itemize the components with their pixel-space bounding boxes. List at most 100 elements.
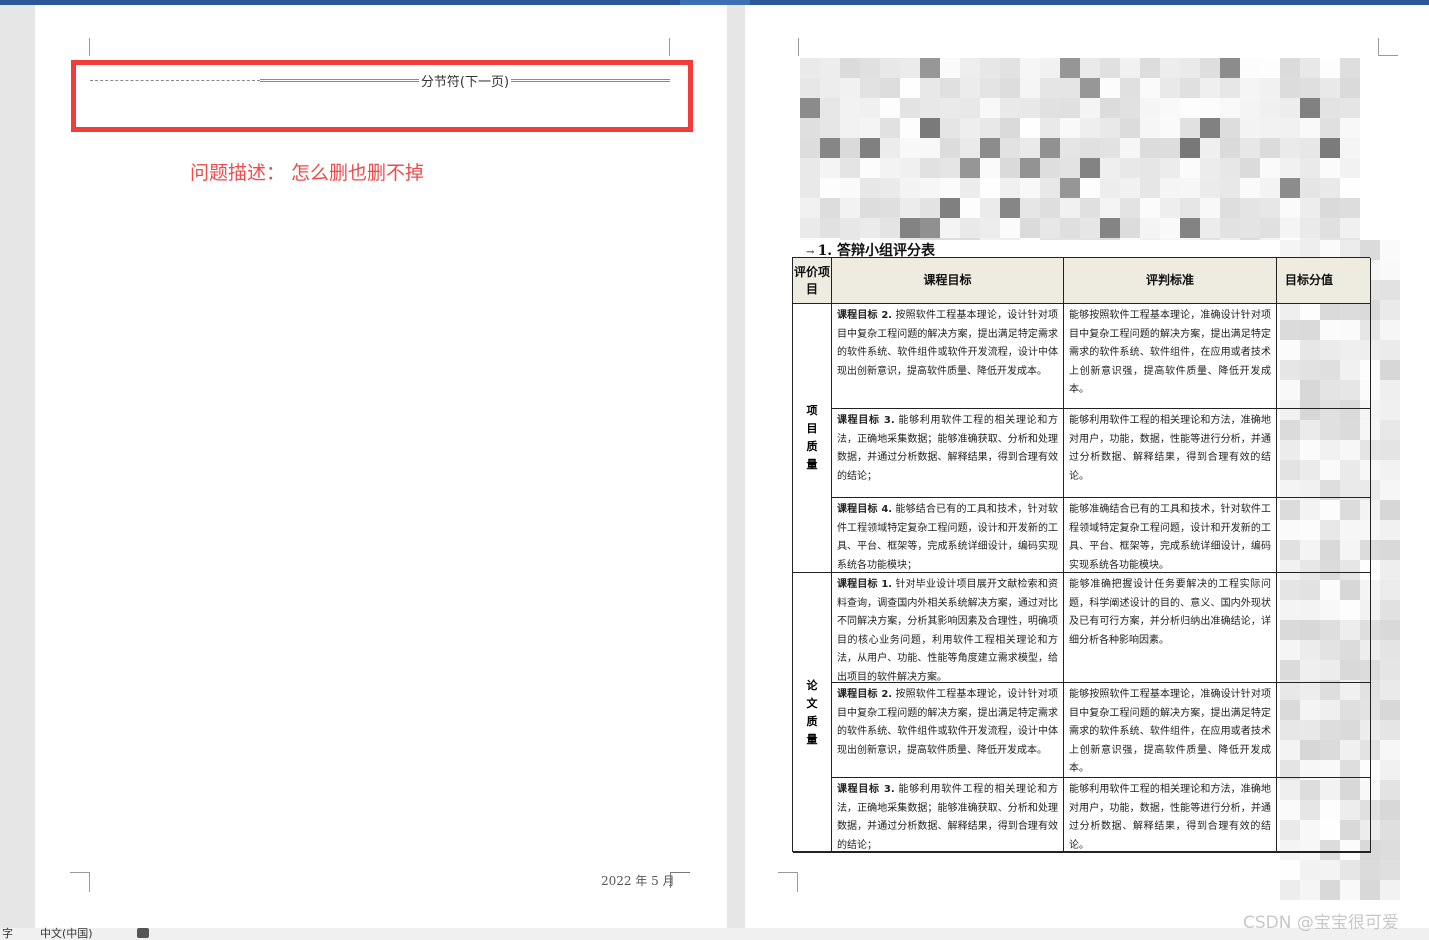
pixelated-region	[800, 58, 1360, 240]
mosaic-block	[1380, 640, 1400, 660]
mosaic-block	[940, 78, 960, 98]
mosaic-block	[940, 238, 960, 240]
mosaic-block	[920, 178, 940, 198]
mosaic-block	[1340, 78, 1360, 98]
mosaic-block	[900, 98, 920, 118]
mosaic-block	[1380, 560, 1400, 580]
mosaic-block	[1160, 58, 1180, 78]
mosaic-block	[1280, 198, 1300, 218]
score-cell[interactable]	[1277, 778, 1371, 853]
mosaic-block	[800, 58, 820, 78]
mosaic-block	[980, 198, 1000, 218]
mosaic-block	[1320, 158, 1340, 178]
mosaic-block	[1080, 58, 1100, 78]
mosaic-block	[1100, 218, 1120, 238]
mosaic-block	[1100, 78, 1120, 98]
mosaic-block	[1180, 138, 1200, 158]
proofing-icon[interactable]	[137, 928, 149, 938]
mosaic-block	[1380, 600, 1400, 620]
mosaic-block	[880, 218, 900, 238]
status-word-count[interactable]: 字	[2, 928, 13, 940]
mosaic-block	[1300, 198, 1320, 218]
mosaic-block	[800, 218, 820, 238]
mosaic-block	[1280, 138, 1300, 158]
mosaic-block	[960, 78, 980, 98]
mosaic-block	[1200, 198, 1220, 218]
mosaic-block	[1320, 78, 1340, 98]
mosaic-block	[1040, 178, 1060, 198]
mosaic-block	[880, 158, 900, 178]
mosaic-block	[1380, 880, 1400, 900]
goal-title: 课程目标 3.	[837, 784, 895, 795]
mosaic-block	[1120, 218, 1140, 238]
mosaic-block	[920, 158, 940, 178]
mosaic-block	[1380, 740, 1400, 760]
mosaic-block	[1340, 880, 1360, 900]
mosaic-block	[1200, 158, 1220, 178]
mosaic-block	[880, 98, 900, 118]
mosaic-block	[1240, 178, 1260, 198]
mosaic-block	[820, 58, 840, 78]
highlight-box	[71, 60, 693, 132]
mosaic-block	[1080, 238, 1100, 240]
mosaic-block	[1060, 218, 1080, 238]
mosaic-block	[1040, 118, 1060, 138]
mosaic-block	[1380, 240, 1400, 260]
mosaic-block	[1080, 158, 1100, 178]
mosaic-block	[1220, 198, 1240, 218]
score-table[interactable]: 评价项目 课程目标 评判标准 目标分值 项目质量 论文质量 课程目标 2. 按照…	[792, 257, 1371, 853]
mosaic-block	[1000, 58, 1020, 78]
mosaic-block	[1000, 118, 1020, 138]
criteria-cell: 能够准确把握设计任务要解决的工程实际问题，科学阐述设计的目的、意义、国内外现状及…	[1064, 573, 1277, 683]
mosaic-block	[1380, 440, 1400, 460]
score-cell[interactable]	[1277, 573, 1371, 683]
mosaic-block	[1260, 238, 1280, 240]
mosaic-block	[1320, 138, 1340, 158]
mosaic-block	[1020, 138, 1040, 158]
mosaic-block	[900, 58, 920, 78]
mosaic-block	[1060, 178, 1080, 198]
mosaic-block	[1200, 58, 1220, 78]
mosaic-block	[880, 178, 900, 198]
document-page-left[interactable]	[35, 5, 727, 928]
mosaic-block	[1160, 198, 1180, 218]
criteria-cell: 能够准确结合已有的工具和技术，针对软件工程领域特定复杂工程问题，设计和开发新的工…	[1064, 498, 1277, 573]
goal-text: 针对毕业设计项目展开文献检索和资料查询，调查国内外相关系统解决方案，通过对比不同…	[837, 579, 1058, 683]
crop-mark	[70, 872, 90, 892]
score-cell[interactable]	[1277, 304, 1371, 409]
mosaic-block	[920, 138, 940, 158]
mosaic-block	[1380, 840, 1400, 860]
score-cell[interactable]	[1277, 683, 1371, 778]
mosaic-block	[1380, 300, 1400, 320]
mosaic-block	[1240, 238, 1260, 240]
mosaic-block	[1160, 218, 1180, 238]
mosaic-block	[1380, 780, 1400, 800]
mosaic-block	[1380, 360, 1400, 380]
mosaic-block	[940, 178, 960, 198]
mosaic-block	[880, 58, 900, 78]
mosaic-block	[820, 98, 840, 118]
mosaic-block	[1200, 98, 1220, 118]
score-cell[interactable]	[1277, 498, 1371, 573]
mosaic-block	[1100, 178, 1120, 198]
mosaic-block	[960, 198, 980, 218]
score-cell[interactable]	[1277, 409, 1371, 498]
mosaic-block	[820, 178, 840, 198]
mosaic-block	[1380, 460, 1400, 480]
mosaic-block	[1220, 138, 1240, 158]
mosaic-block	[1100, 238, 1120, 240]
mosaic-block	[1300, 98, 1320, 118]
mosaic-block	[1180, 158, 1200, 178]
mosaic-block	[880, 138, 900, 158]
mosaic-block	[1340, 58, 1360, 78]
mosaic-block	[1260, 138, 1280, 158]
status-language[interactable]: 中文(中国)	[40, 928, 93, 940]
mosaic-block	[1280, 158, 1300, 178]
mosaic-block	[1300, 880, 1320, 900]
mosaic-block	[1000, 98, 1020, 118]
crop-mark	[89, 38, 90, 56]
mosaic-block	[1100, 198, 1120, 218]
mosaic-block	[1200, 78, 1220, 98]
mosaic-block	[1140, 158, 1160, 178]
mosaic-block	[1120, 198, 1140, 218]
